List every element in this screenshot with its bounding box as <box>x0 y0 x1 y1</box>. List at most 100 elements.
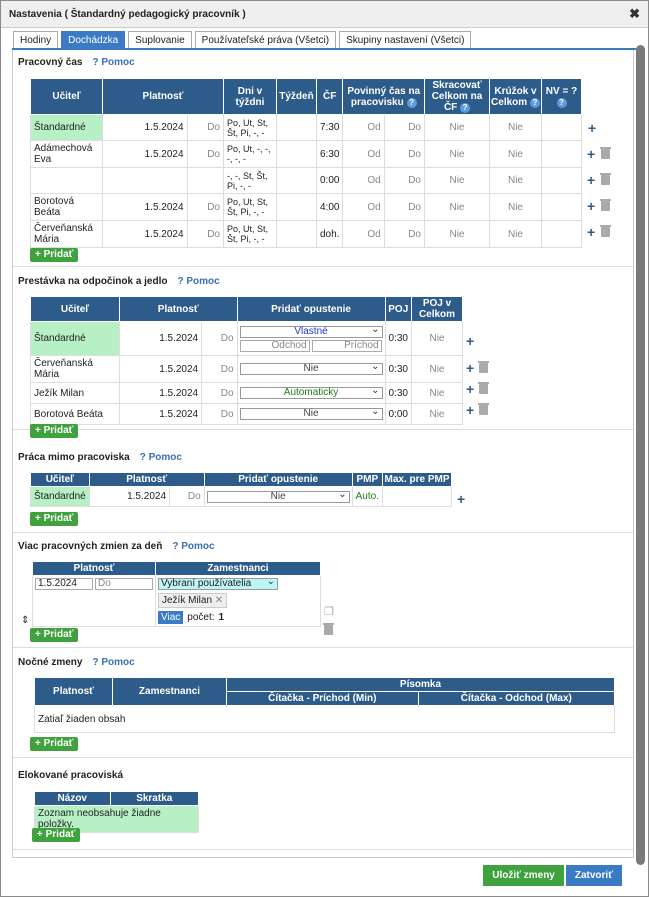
help-link[interactable]: ? Pomoc <box>178 276 220 287</box>
row-date[interactable]: 1.5.2024 <box>102 114 188 141</box>
info-icon[interactable]: ? <box>406 97 417 108</box>
row-date[interactable]: 1.5.2024 <box>102 140 188 168</box>
row-od[interactable]: Od <box>342 140 385 168</box>
row-date[interactable]: 1.5.2024 <box>118 382 203 404</box>
row-do2[interactable]: Do <box>383 193 426 221</box>
add-button[interactable]: + Pridať <box>32 828 81 842</box>
row-kr[interactable]: Nie <box>489 140 542 168</box>
row-nv[interactable] <box>541 193 582 221</box>
table-row[interactable]: Borotová Beáta 1.5.2024 Do Nie 0:00 Nie <box>30 403 463 425</box>
row-do[interactable]: Do <box>186 114 224 141</box>
trash-icon[interactable] <box>478 361 489 373</box>
row-do2[interactable]: Do <box>383 140 426 168</box>
trash-icon[interactable] <box>600 173 611 185</box>
row-cf[interactable]: 4:00 <box>315 193 344 221</box>
scrollbar-thumb[interactable] <box>636 45 645 865</box>
row-sk[interactable]: Nie <box>424 220 490 248</box>
row-sk[interactable]: Nie <box>424 140 490 168</box>
row-days[interactable]: Po, Ut, -, -, -, -, - <box>222 140 277 168</box>
row-do2[interactable]: Do <box>383 114 426 141</box>
trash-icon[interactable] <box>323 623 334 635</box>
add-row-icon[interactable]: + <box>588 121 596 135</box>
row-do[interactable]: Do <box>186 140 224 168</box>
row-nv[interactable] <box>541 220 582 248</box>
row-week[interactable] <box>275 193 317 221</box>
table-row[interactable]: Štandardné 1.5.2024 Do Nie Auto. <box>30 486 452 507</box>
add-row-icon[interactable]: + <box>466 382 474 396</box>
row-poj[interactable]: 0:30 <box>384 355 413 383</box>
row-od[interactable]: Od <box>342 220 385 248</box>
table-row[interactable]: Červeňanská Mária 1.5.2024 Do Po, Ut, St… <box>30 220 582 248</box>
tab-skupiny-nastaveni[interactable]: Skupiny nastavení (Všetci) <box>339 31 472 48</box>
close-icon[interactable]: ✖ <box>629 6 640 22</box>
info-icon[interactable]: ? <box>460 103 471 113</box>
drag-handle-icon[interactable]: ⇕ <box>21 615 29 626</box>
tab-suplovanie[interactable]: Suplovanie <box>128 31 192 48</box>
trash-icon[interactable] <box>600 225 611 237</box>
row-date[interactable] <box>102 167 188 194</box>
row-od[interactable]: Od <box>342 193 385 221</box>
row-date[interactable]: 1.5.2024 <box>88 486 171 507</box>
help-link[interactable]: ? Pomoc <box>140 452 182 463</box>
row-cf[interactable]: 6:30 <box>315 140 344 168</box>
add-row-icon[interactable]: + <box>466 361 474 375</box>
row-sk[interactable]: Nie <box>424 114 490 141</box>
trash-icon[interactable] <box>478 403 489 415</box>
row-cf[interactable]: 7:30 <box>315 114 344 141</box>
help-link[interactable]: ? Pomoc <box>93 57 135 68</box>
row-date[interactable]: 1.5.2024 <box>118 355 203 383</box>
table-row[interactable]: Štandardné 1.5.2024 Do Vlastné Odchod Pr… <box>30 321 463 356</box>
row-do[interactable]: Do <box>169 486 205 507</box>
row-od[interactable]: Od <box>342 114 385 141</box>
trash-icon[interactable] <box>478 382 489 394</box>
tab-hodiny[interactable]: Hodiny <box>13 31 59 48</box>
row-pmp[interactable]: Auto. <box>351 486 384 507</box>
row-poj[interactable]: 0:00 <box>384 403 413 425</box>
info-icon[interactable]: ? <box>529 97 540 108</box>
employee-chip[interactable]: Ježík Milan ✕ <box>158 593 228 608</box>
row-do[interactable]: Do <box>186 220 224 248</box>
row-do[interactable]: Do <box>201 321 238 356</box>
row-date[interactable]: 1.5.2024 <box>102 193 188 221</box>
row-kr[interactable]: Nie <box>489 220 542 248</box>
row-cf[interactable]: 0:00 <box>315 167 344 194</box>
odchod-input[interactable]: Odchod <box>239 339 310 352</box>
row-cf[interactable]: doh. <box>315 220 344 248</box>
table-row[interactable]: Ježík Milan 1.5.2024 Do Automaticky 0:30… <box>30 382 463 404</box>
row-do2[interactable]: Do <box>383 167 426 194</box>
row-do[interactable]: Do <box>201 355 238 383</box>
table-row[interactable]: Štandardné 1.5.2024 Do Po, Ut, St, Št, P… <box>30 114 582 141</box>
row-week[interactable] <box>275 167 317 194</box>
row-poj[interactable]: 0:30 <box>384 321 413 356</box>
table-row[interactable]: 1.5.2024 Do Vybraní používatelia Ježík M… <box>32 575 321 627</box>
row-do2[interactable]: Do <box>383 220 426 248</box>
add-row-icon[interactable]: + <box>587 199 595 213</box>
add-row-icon[interactable]: + <box>587 225 595 239</box>
viac-button[interactable]: Viac <box>158 611 184 624</box>
add-button[interactable]: + Pridať <box>30 248 79 262</box>
close-button[interactable]: Zatvoriť <box>565 865 622 886</box>
info-icon[interactable]: ? <box>556 97 567 108</box>
row-sk[interactable]: Nie <box>424 167 490 194</box>
employees-select[interactable]: Vybraní používatelia <box>158 577 278 590</box>
row-pojc[interactable]: Nie <box>411 321 463 356</box>
tab-dochadzka[interactable]: Dochádzka <box>61 31 126 48</box>
row-nv[interactable] <box>541 140 582 168</box>
trash-icon[interactable] <box>600 147 611 159</box>
add-row-icon[interactable]: + <box>466 403 474 417</box>
row-nv[interactable] <box>541 114 582 141</box>
opustenie-select[interactable]: Nie <box>239 407 383 420</box>
row-od[interactable]: Od <box>342 167 385 194</box>
row-date[interactable]: 1.5.2024 <box>118 321 203 356</box>
scrollbar[interactable] <box>634 45 646 885</box>
row-week[interactable] <box>275 140 317 168</box>
do-input[interactable]: Do <box>95 578 153 590</box>
row-do[interactable]: Do <box>186 193 224 221</box>
row-date[interactable]: 1.5.2024 <box>118 403 203 425</box>
add-row-icon[interactable]: + <box>587 173 595 187</box>
table-row[interactable]: -, -, St, Št, Pi, -, - 0:00 Od Do Nie Ni… <box>30 167 582 194</box>
add-button[interactable]: + Pridať <box>30 737 79 751</box>
help-link[interactable]: ? Pomoc <box>92 657 134 668</box>
opustenie-select[interactable]: Vlastné <box>239 325 383 338</box>
help-link[interactable]: ? Pomoc <box>172 541 214 552</box>
